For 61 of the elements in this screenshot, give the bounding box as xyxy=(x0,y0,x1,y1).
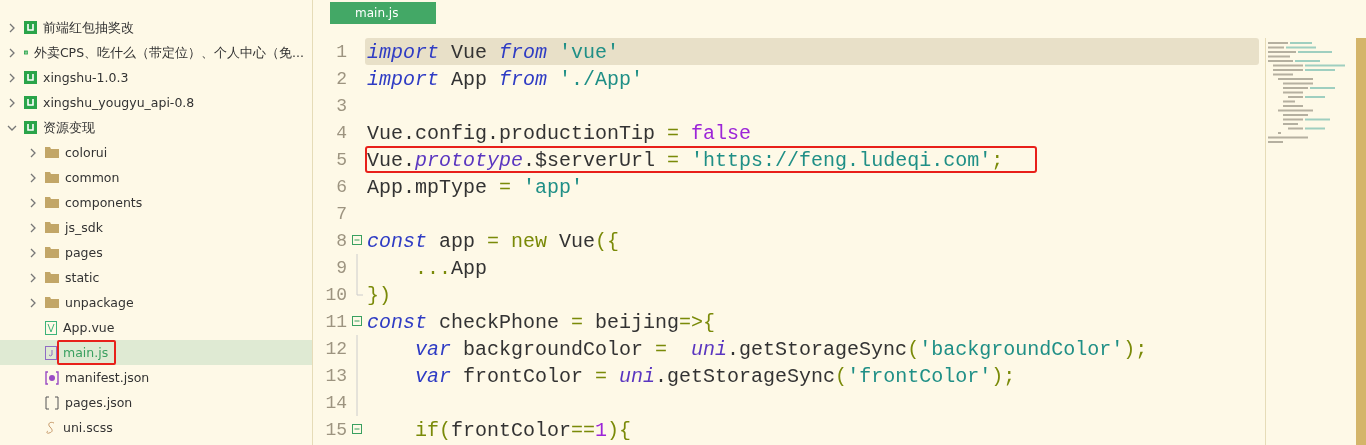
scrollbar[interactable] xyxy=(1356,38,1366,445)
folder-icon xyxy=(45,172,59,183)
tree-item[interactable]: xingshu_yougyu_api-0.8 xyxy=(37,90,203,115)
js-file-icon xyxy=(45,345,57,360)
code-line: const checkPhone = beijing=>{ xyxy=(366,310,717,335)
line-number: 4 xyxy=(335,122,347,143)
line-number: 3 xyxy=(335,95,347,116)
folder-icon xyxy=(45,222,59,233)
code-line: Vue.config.productionTip = false xyxy=(366,121,753,146)
line-number: 15 xyxy=(324,419,347,440)
project-icon xyxy=(24,21,37,34)
project-icon xyxy=(24,71,37,84)
line-number: 9 xyxy=(335,257,347,278)
code-line: var frontColor = uni.getStorageSync('frontColor'); xyxy=(414,364,1017,389)
line-number: 1 xyxy=(335,41,347,62)
tree-item[interactable]: pages.json xyxy=(59,390,141,415)
line-number: 7 xyxy=(335,203,347,224)
tree-item[interactable]: js_sdk xyxy=(59,215,111,240)
line-number: 8 xyxy=(335,230,347,251)
line-number: 5 xyxy=(335,149,347,170)
code-line: }) xyxy=(366,283,392,308)
tree-item[interactable]: static xyxy=(59,265,108,290)
tree-item[interactable]: App.vue xyxy=(57,315,123,340)
line-number: 14 xyxy=(324,392,347,413)
fold-icon[interactable] xyxy=(352,235,362,245)
tree-item[interactable]: 资源变现 xyxy=(37,115,103,140)
folder-icon xyxy=(45,147,59,158)
tree-item[interactable]: colorui xyxy=(59,140,116,165)
code-line: var backgroundColor = uni.getStorageSync('backgroundColor'); xyxy=(414,337,1149,362)
tree-item[interactable]: 外卖CPS、吃什么（带定位）、个人中心（免... xyxy=(27,40,312,65)
tree-item[interactable]: manifest.json xyxy=(59,365,158,390)
fold-icon[interactable] xyxy=(352,316,362,326)
line-number: 2 xyxy=(335,68,347,89)
v-file-icon xyxy=(45,320,57,335)
line-number: 13 xyxy=(324,365,347,386)
code-line: import App from './App' xyxy=(366,67,645,92)
line-number: 10 xyxy=(324,284,347,305)
tree-item[interactable]: common xyxy=(59,165,128,190)
tree-item[interactable]: xingshu-1.0.3 xyxy=(37,65,137,90)
folder-icon xyxy=(45,197,59,208)
line-number: 6 xyxy=(335,176,347,197)
tree-item[interactable]: components xyxy=(59,190,151,215)
fold-icon[interactable] xyxy=(352,424,362,434)
line-number: 12 xyxy=(324,338,347,359)
tree-item[interactable]: pages xyxy=(59,240,111,265)
gear-file-icon xyxy=(45,370,59,385)
scss-file-icon xyxy=(45,420,57,435)
folder-icon xyxy=(45,297,59,308)
tree-item[interactable]: uni.scss xyxy=(57,415,121,440)
folder-icon xyxy=(45,272,59,283)
tree-item[interactable]: 前端红包抽奖改 xyxy=(37,15,142,40)
code-line: App.mpType = 'app' xyxy=(366,175,585,200)
code-line: const app = new Vue({ xyxy=(366,229,621,254)
project-icon xyxy=(24,96,37,109)
project-icon xyxy=(24,121,37,134)
tree-item[interactable]: unpackage xyxy=(59,290,142,315)
folder-icon xyxy=(45,247,59,258)
brackets-icon xyxy=(45,395,59,410)
code-line: if(frontColor==1){ xyxy=(414,418,633,443)
line-number: 11 xyxy=(324,311,347,332)
code-line: ...App xyxy=(414,256,489,281)
